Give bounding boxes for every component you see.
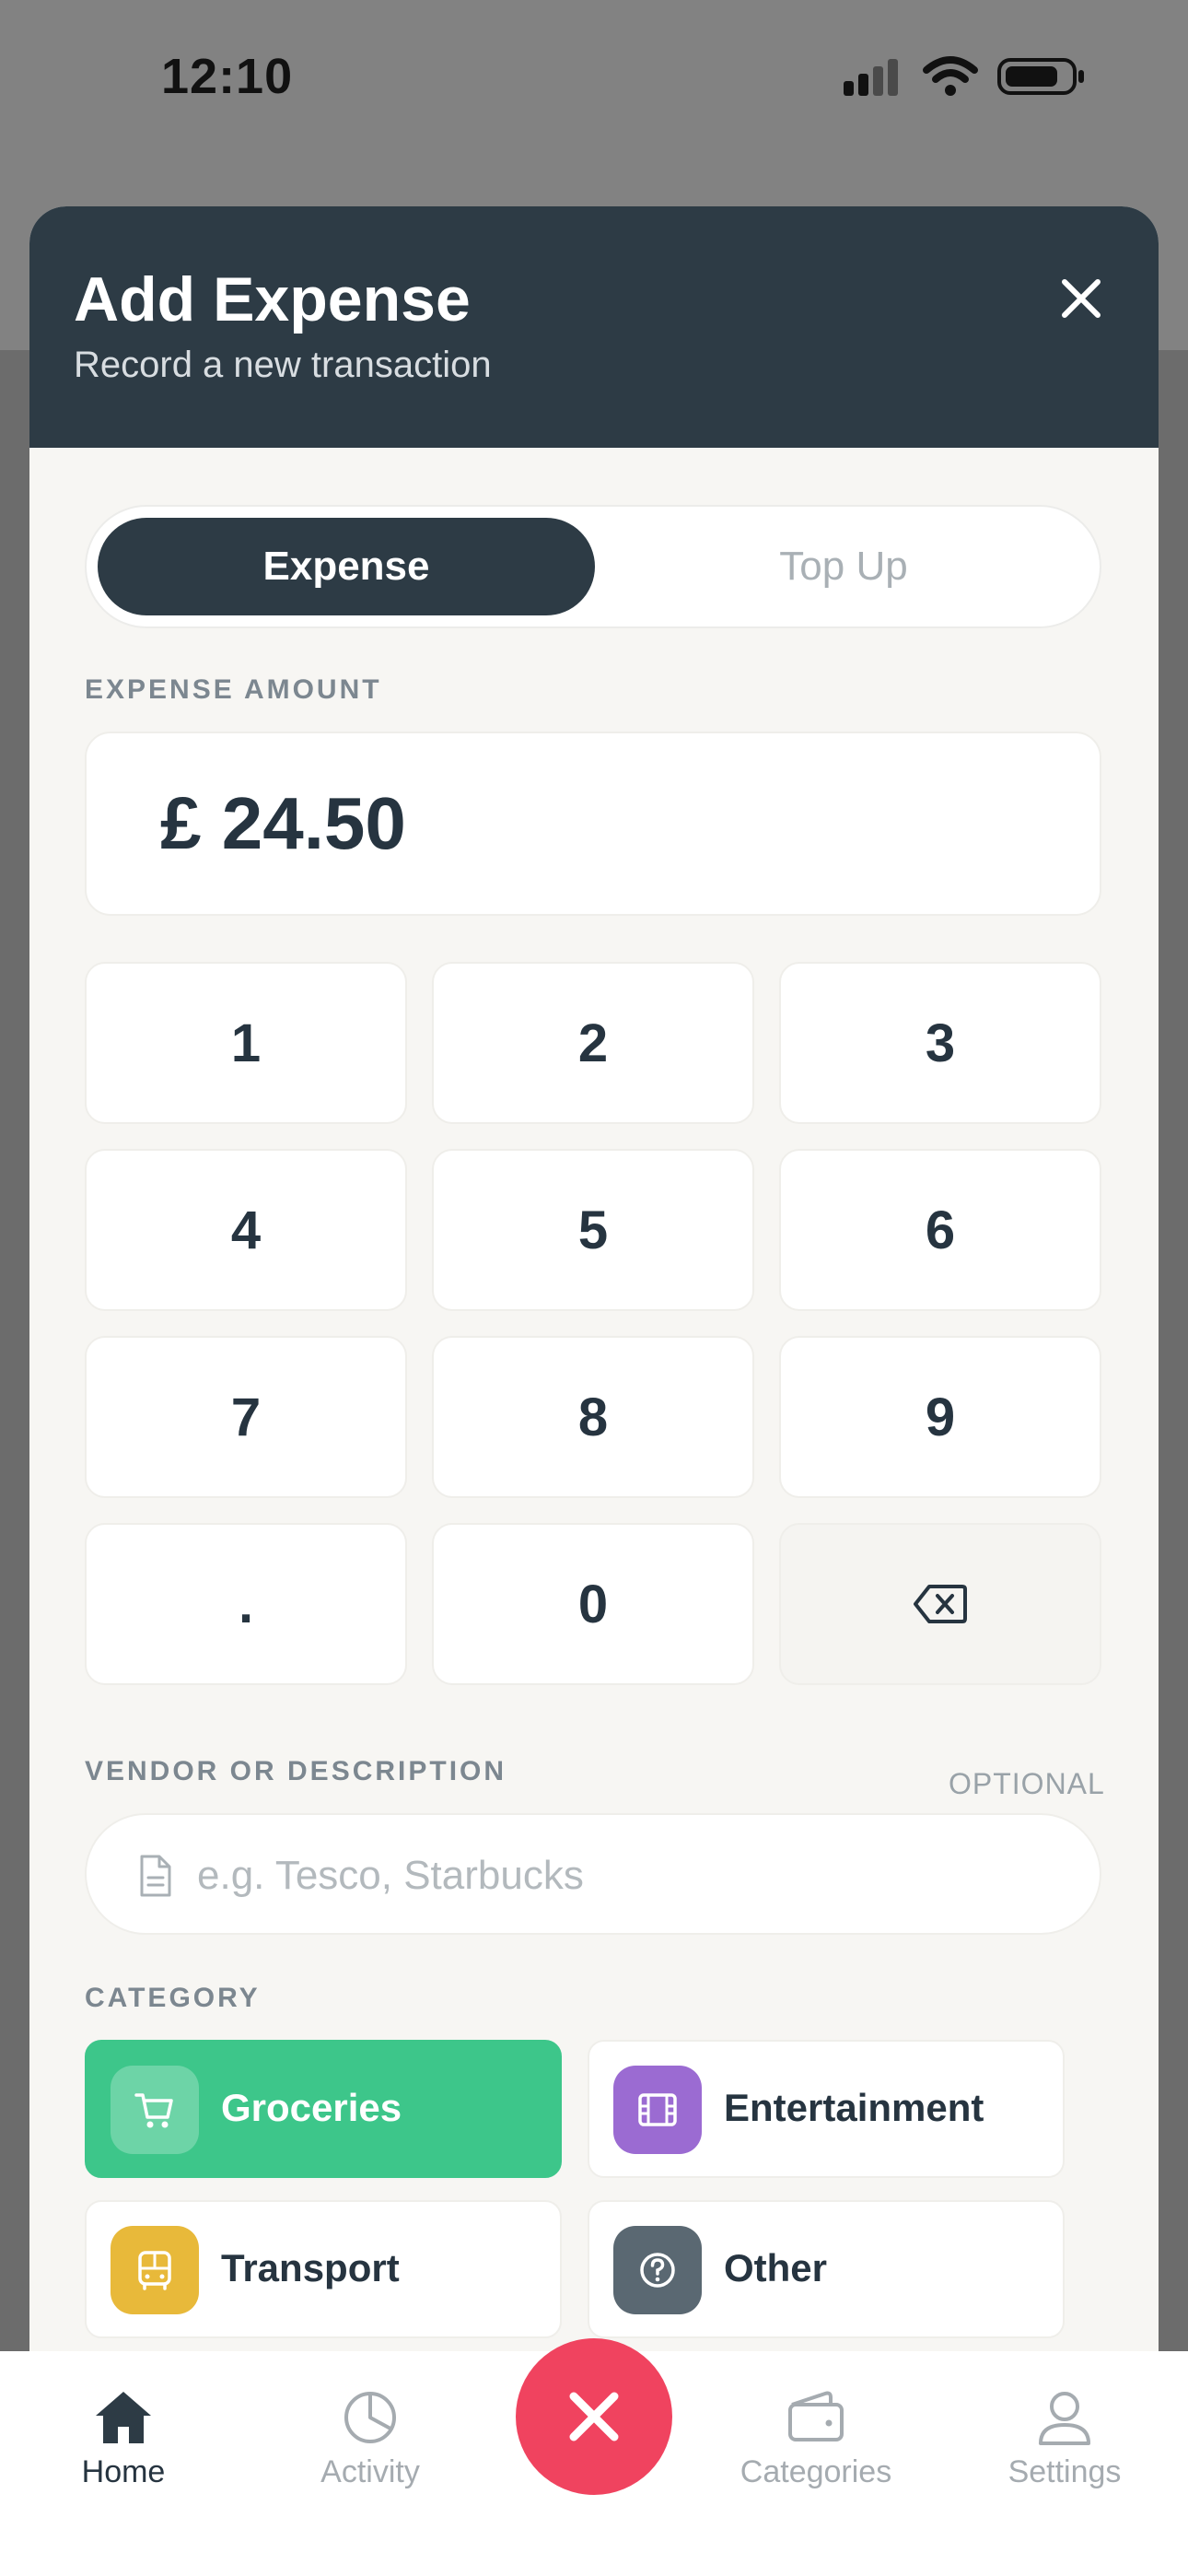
description-label: VENDOR OR DESCRIPTION <box>85 1756 507 1786</box>
category-label-transport: Transport <box>221 2246 400 2289</box>
bus-icon <box>111 2226 199 2314</box>
page-title: Add Expense <box>74 264 471 334</box>
tab-label-activity: Activity <box>320 2454 420 2489</box>
page-subtitle: Record a new transaction <box>74 345 492 385</box>
description-input[interactable] <box>197 1843 1063 1909</box>
amount-value: £ 24.50 <box>160 782 406 864</box>
category-label-other: Other <box>724 2246 828 2289</box>
optional-tag: OPTIONAL <box>949 1767 1105 1800</box>
close-fab-button[interactable] <box>516 2338 672 2495</box>
key-backspace[interactable] <box>779 1523 1101 1685</box>
battery-icon <box>997 58 1084 95</box>
signal-icon <box>844 59 898 96</box>
tab-home[interactable]: Home <box>22 2388 225 2508</box>
key-1[interactable]: 1 <box>85 962 407 1124</box>
category-label-groceries: Groceries <box>221 2086 402 2129</box>
wallet-icon <box>788 2391 844 2441</box>
category-groceries[interactable]: Groceries <box>85 2040 562 2178</box>
question-icon <box>613 2226 702 2314</box>
key-decimal[interactable]: . <box>85 1523 407 1685</box>
status-time: 12:10 <box>161 49 294 104</box>
key-2[interactable]: 2 <box>432 962 754 1124</box>
key-3[interactable]: 3 <box>779 962 1101 1124</box>
document-icon <box>140 1855 171 1897</box>
key-4[interactable]: 4 <box>85 1149 407 1311</box>
key-6[interactable]: 6 <box>779 1149 1101 1311</box>
close-icon <box>1062 279 1101 318</box>
key-0[interactable]: 0 <box>432 1523 754 1685</box>
type-toggle: Expense Top Up <box>85 505 1101 628</box>
category-label-entertainment: Entertainment <box>724 2086 984 2129</box>
film-icon <box>613 2066 702 2154</box>
backdrop-right <box>1157 350 1188 2359</box>
key-9[interactable]: 9 <box>779 1336 1101 1498</box>
tab-settings[interactable]: Settings <box>963 2388 1166 2508</box>
status-icons <box>840 55 1089 107</box>
category-entertainment[interactable]: Entertainment <box>588 2040 1065 2178</box>
tab-label-home: Home <box>81 2454 166 2489</box>
cart-icon <box>111 2066 199 2154</box>
close-icon <box>569 2392 619 2441</box>
close-button[interactable] <box>1052 269 1111 328</box>
backdrop-left <box>0 350 31 2359</box>
backspace-icon <box>914 1585 967 1623</box>
amount-display[interactable]: £ 24.50 <box>85 732 1101 916</box>
tab-top-up[interactable]: Top Up <box>595 518 1092 615</box>
key-5[interactable]: 5 <box>432 1149 754 1311</box>
add-expense-sheet: Add Expense Record a new transaction Exp… <box>29 206 1159 2576</box>
pie-chart-icon <box>344 2392 396 2443</box>
key-8[interactable]: 8 <box>432 1336 754 1498</box>
home-icon <box>96 2392 151 2443</box>
sheet-header: Add Expense Record a new transaction <box>29 206 1159 448</box>
wifi-icon <box>923 56 978 96</box>
tab-label-settings: Settings <box>1007 2454 1122 2489</box>
tab-activity[interactable]: Activity <box>269 2388 472 2508</box>
category-label: CATEGORY <box>85 1983 261 2013</box>
category-transport[interactable]: Transport <box>85 2200 562 2338</box>
tab-label-categories: Categories <box>740 2454 892 2489</box>
tab-categories[interactable]: Categories <box>715 2388 917 2508</box>
description-field[interactable] <box>85 1813 1101 1935</box>
amount-label: EXPENSE AMOUNT <box>85 674 382 705</box>
user-icon <box>1039 2392 1090 2445</box>
category-other[interactable]: Other <box>588 2200 1065 2338</box>
tab-expense[interactable]: Expense <box>98 518 595 615</box>
key-7[interactable]: 7 <box>85 1336 407 1498</box>
